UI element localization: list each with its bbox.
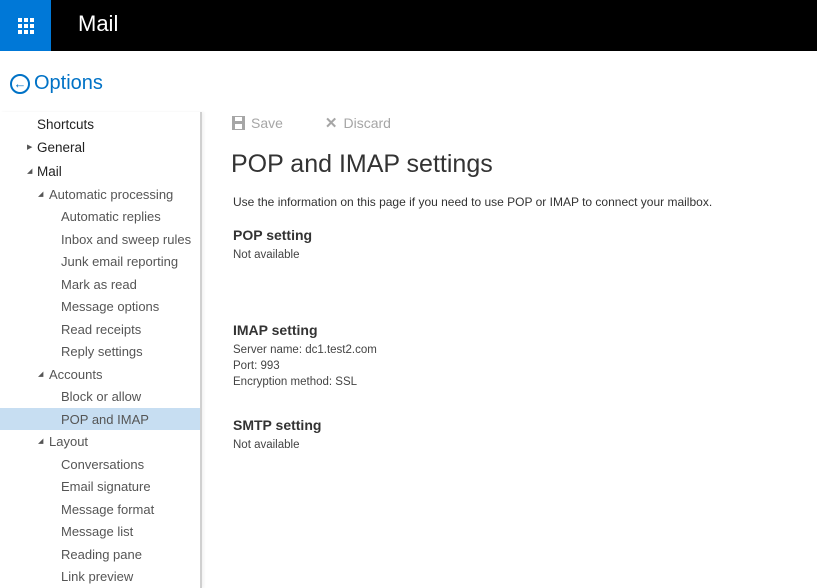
collapse-triangle-icon[interactable]: ◢: [38, 370, 48, 378]
sidebar-item-pop-and-imap[interactable]: POP and IMAP: [0, 408, 200, 430]
sidebar-item-label: Mark as read: [61, 276, 137, 292]
sidebar-item-label: Reading pane: [61, 546, 142, 562]
save-icon: [232, 116, 245, 130]
sidebar-item-label: Mail: [37, 163, 62, 179]
smtp-setting-title: SMTP setting: [233, 417, 322, 433]
pop-setting-title: POP setting: [233, 227, 313, 243]
sidebar-item-label: Inbox and sweep rules: [61, 231, 192, 247]
sidebar-item-message-options[interactable]: Message options: [0, 295, 200, 317]
sidebar-item-label: Accounts: [49, 366, 103, 382]
sidebar-item-accounts[interactable]: ◢ Accounts: [0, 363, 200, 385]
imap-setting-title: IMAP setting: [233, 322, 318, 338]
expand-triangle-icon[interactable]: ▶: [27, 143, 37, 151]
discard-label: Discard: [343, 115, 391, 131]
imap-port: Port: 993: [233, 360, 280, 372]
sidebar-item-email-signature[interactable]: Email signature: [0, 475, 200, 497]
sidebar-item-label: Message list: [61, 523, 134, 539]
save-label: Save: [251, 115, 283, 131]
options-back-link[interactable]: ← Options: [10, 72, 103, 95]
sidebar-item-label: Layout: [49, 433, 89, 449]
close-icon: ✕: [324, 115, 338, 132]
app-launcher-icon: [17, 17, 34, 34]
sidebar-item-junk-email-reporting[interactable]: Junk email reporting: [0, 250, 200, 272]
sidebar-item-inbox-and-sweep-rules[interactable]: Inbox and sweep rules: [0, 228, 200, 250]
sidebar-item-label: Reply settings: [61, 343, 143, 359]
options-sidebar: Shortcuts ▶ General ◢ Mail ◢ Automatic process…: [0, 112, 202, 588]
sidebar-item-message-list[interactable]: Message list: [0, 520, 200, 542]
imap-server-name: Server name: dc1.test2.com: [233, 344, 377, 356]
toolbar: Save ✕ Discard: [232, 114, 433, 132]
sidebar-item-label: Conversations: [61, 456, 145, 472]
sidebar-item-label: Link preview: [61, 568, 134, 584]
sidebar-item-block-or-allow[interactable]: Block or allow: [0, 385, 200, 407]
app-title: Mail: [78, 11, 119, 36]
page-title: POP and IMAP settings: [231, 150, 493, 178]
intro-text: Use the information on this page if you …: [233, 195, 713, 209]
options-label: Options: [34, 72, 103, 94]
sidebar-item-label: Automatic processing: [49, 186, 174, 202]
save-button[interactable]: Save: [232, 115, 283, 131]
imap-encryption: Encryption method: SSL: [233, 376, 358, 388]
sidebar-item-layout[interactable]: ◢ Layout: [0, 430, 200, 452]
sidebar-item-message-format[interactable]: Message format: [0, 498, 200, 520]
sidebar-item-general[interactable]: ▶ General: [0, 136, 200, 158]
sidebar-item-label: General: [37, 139, 86, 155]
discard-button[interactable]: ✕ Discard: [325, 114, 391, 132]
collapse-triangle-icon[interactable]: ◢: [38, 190, 48, 198]
collapse-triangle-icon[interactable]: ◢: [38, 437, 48, 445]
top-bar: Mail: [0, 0, 817, 51]
sidebar-item-label: Email signature: [61, 478, 151, 494]
sidebar-item-label: Automatic replies: [61, 208, 161, 224]
smtp-setting-value: Not available: [233, 439, 300, 451]
sidebar-item-label: Read receipts: [61, 321, 142, 337]
sidebar-item-shortcuts[interactable]: Shortcuts: [0, 113, 200, 135]
sidebar-item-link-preview[interactable]: Link preview: [0, 565, 200, 587]
sidebar-item-automatic-processing[interactable]: ◢ Automatic processing: [0, 183, 200, 205]
sidebar-item-label: Block or allow: [61, 388, 142, 404]
sidebar-item-automatic-replies[interactable]: Automatic replies: [0, 205, 200, 227]
sidebar-item-label: Message options: [61, 298, 160, 314]
sidebar-item-label: Shortcuts: [37, 116, 95, 132]
sidebar-item-label: POP and IMAP: [61, 411, 149, 427]
pop-setting-value: Not available: [233, 249, 300, 261]
sidebar-item-mark-as-read[interactable]: Mark as read: [0, 273, 200, 295]
sidebar-item-reading-pane[interactable]: Reading pane: [0, 543, 200, 565]
sidebar-item-label: Message format: [61, 501, 155, 517]
app-launcher-button[interactable]: [0, 0, 51, 51]
collapse-triangle-icon[interactable]: ◢: [27, 167, 37, 175]
sidebar-item-label: Junk email reporting: [61, 253, 179, 269]
back-arrow-circle-icon: ←: [10, 73, 30, 94]
sidebar-item-read-receipts[interactable]: Read receipts: [0, 318, 200, 340]
sidebar-item-conversations[interactable]: Conversations: [0, 453, 200, 475]
sidebar-item-mail[interactable]: ◢ Mail: [0, 160, 200, 182]
sidebar-item-reply-settings[interactable]: Reply settings: [0, 340, 200, 362]
